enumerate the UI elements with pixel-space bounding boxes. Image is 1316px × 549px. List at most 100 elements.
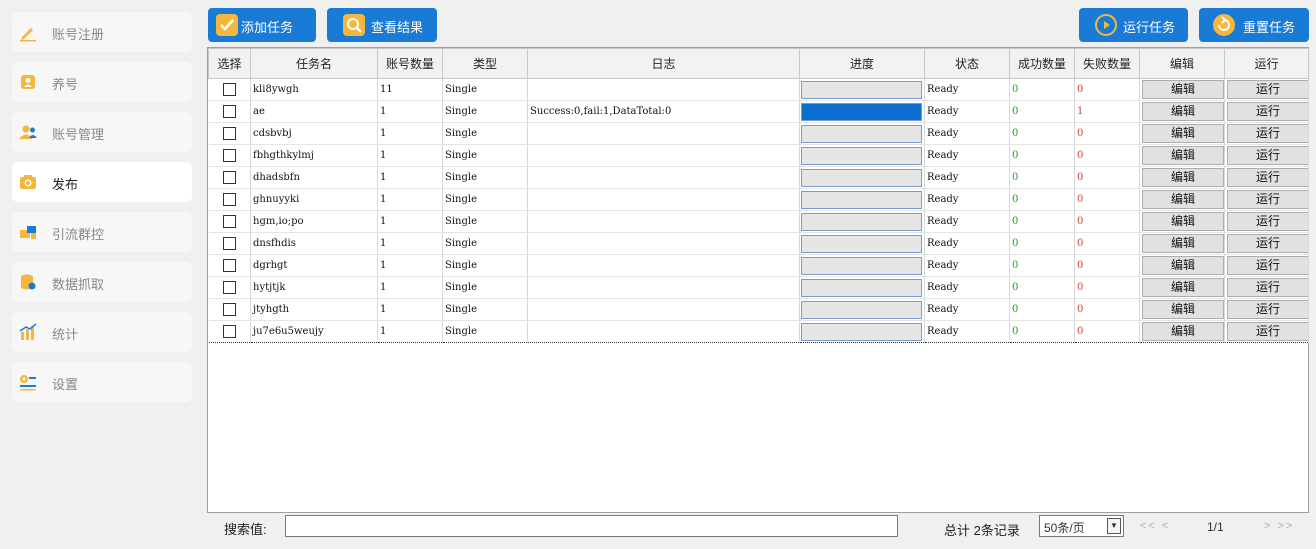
sidebar-item-nurture[interactable]: 养号 xyxy=(12,62,192,102)
next-page-nav[interactable]: > >> xyxy=(1264,520,1294,532)
progress-bar xyxy=(801,256,922,275)
sidebar-item-data-scrape[interactable]: 数据抓取 xyxy=(12,262,192,302)
fail-count-cell: 0 xyxy=(1074,320,1140,343)
run-button[interactable]: 运行 xyxy=(1227,102,1308,121)
sidebar-item-account-manage[interactable]: 账号管理 xyxy=(12,112,192,152)
status-cell: Ready xyxy=(924,276,1010,299)
status-cell: Ready xyxy=(924,210,1010,233)
edit-button[interactable]: 编辑 xyxy=(1142,234,1224,253)
progress-cell xyxy=(799,78,925,101)
row-checkbox[interactable] xyxy=(222,215,236,228)
chevron-down-icon[interactable]: ▼ xyxy=(1107,518,1121,534)
sidebar-item-settings[interactable]: 设置 xyxy=(12,362,192,402)
edit-button[interactable]: 编辑 xyxy=(1142,124,1224,143)
reset-task-button[interactable]: 重置任务 xyxy=(1199,8,1309,42)
prev-page-nav[interactable]: << < xyxy=(1140,520,1170,532)
table-row[interactable]: dgrhgt 1 Single Ready 0 0 编辑 运行 xyxy=(208,254,1309,277)
log-cell xyxy=(527,144,800,167)
table-row[interactable]: fbhgthkylmj 1 Single Ready 0 0 编辑 运行 xyxy=(208,144,1309,167)
search-input[interactable] xyxy=(285,515,898,537)
edit-button[interactable]: 编辑 xyxy=(1142,190,1224,209)
table-row[interactable]: dnsfhdis 1 Single Ready 0 0 编辑 运行 xyxy=(208,232,1309,255)
success-count-cell: 0 xyxy=(1009,166,1075,189)
add-task-button[interactable]: 添加任务 xyxy=(208,8,316,42)
select-cell xyxy=(208,166,251,189)
run-button[interactable]: 运行 xyxy=(1227,300,1308,319)
row-checkbox[interactable] xyxy=(222,237,236,250)
table-row[interactable]: hytjtjk 1 Single Ready 0 0 编辑 运行 xyxy=(208,276,1309,299)
run-button[interactable]: 运行 xyxy=(1227,190,1308,209)
table-row[interactable]: dhadsbfn 1 Single Ready 0 0 编辑 运行 xyxy=(208,166,1309,189)
sidebar-item-statistics[interactable]: 统计 xyxy=(12,312,192,352)
reset-task-label: 重置任务 xyxy=(1243,20,1296,35)
table-row[interactable]: jtyhgth 1 Single Ready 0 0 编辑 运行 xyxy=(208,298,1309,321)
column-header[interactable]: 选择 xyxy=(208,48,251,79)
log-cell xyxy=(527,210,800,233)
table-row[interactable]: ae 1 Single Success:0,fail:1,DataTotal:0 Rea… xyxy=(208,100,1309,123)
edit-cell: 编辑 xyxy=(1139,298,1225,321)
select-cell xyxy=(208,276,251,299)
run-button[interactable]: 运行 xyxy=(1227,212,1308,231)
row-checkbox[interactable] xyxy=(222,281,236,294)
edit-button[interactable]: 编辑 xyxy=(1142,300,1224,319)
view-results-button[interactable]: 查看结果 xyxy=(327,8,437,42)
type-cell: Single xyxy=(442,320,528,343)
table-row[interactable]: kli8ywgh 11 Single Ready 0 0 编辑 运行 xyxy=(208,78,1309,101)
run-button[interactable]: 运行 xyxy=(1227,278,1308,297)
edit-button[interactable]: 编辑 xyxy=(1142,322,1224,341)
edit-button[interactable]: 编辑 xyxy=(1142,256,1224,275)
page-size-value: 50条/页 xyxy=(1044,521,1085,535)
run-button[interactable]: 运行 xyxy=(1227,124,1308,143)
progress-cell xyxy=(799,210,925,233)
sidebar-item-publish[interactable]: 发布 xyxy=(12,162,192,202)
table-row[interactable]: ju7e6u5weujy 1 Single Ready 0 0 编辑 运行 xyxy=(208,320,1309,343)
row-checkbox[interactable] xyxy=(222,127,236,140)
edit-button[interactable]: 编辑 xyxy=(1142,168,1224,187)
row-checkbox[interactable] xyxy=(222,171,236,184)
edit-button[interactable]: 编辑 xyxy=(1142,278,1224,297)
run-button[interactable]: 运行 xyxy=(1227,322,1308,341)
row-checkbox[interactable] xyxy=(222,105,236,118)
edit-button[interactable]: 编辑 xyxy=(1142,102,1224,121)
column-header[interactable]: 进度 xyxy=(799,48,925,79)
edit-button[interactable]: 编辑 xyxy=(1142,212,1224,231)
run-button[interactable]: 运行 xyxy=(1227,234,1308,253)
run-button[interactable]: 运行 xyxy=(1227,256,1308,275)
table-row[interactable]: hgm,io;po 1 Single Ready 0 0 编辑 运行 xyxy=(208,210,1309,233)
fail-count-cell: 0 xyxy=(1074,298,1140,321)
column-header[interactable]: 任务名 xyxy=(250,48,378,79)
users-icon xyxy=(19,125,37,139)
row-checkbox[interactable] xyxy=(222,303,236,316)
type-cell: Single xyxy=(442,188,528,211)
sidebar-item-traffic-control[interactable]: 引流群控 xyxy=(12,212,192,252)
column-header[interactable]: 失败数量 xyxy=(1074,48,1140,79)
column-header[interactable]: 编辑 xyxy=(1139,48,1225,79)
run-task-button[interactable]: 运行任务 xyxy=(1079,8,1188,42)
sidebar-item-label: 发布 xyxy=(52,177,79,192)
type-cell: Single xyxy=(442,298,528,321)
run-button[interactable]: 运行 xyxy=(1227,146,1308,165)
column-header[interactable]: 日志 xyxy=(527,48,800,79)
table-row[interactable]: cdsbvbj 1 Single Ready 0 0 编辑 运行 xyxy=(208,122,1309,145)
page-size-select[interactable]: 50条/页 ▼ xyxy=(1039,515,1124,537)
column-header[interactable]: 账号数量 xyxy=(377,48,443,79)
row-checkbox[interactable] xyxy=(222,259,236,272)
run-button[interactable]: 运行 xyxy=(1227,168,1308,187)
table-row[interactable]: ghnuyyki 1 Single Ready 0 0 编辑 运行 xyxy=(208,188,1309,211)
column-header[interactable]: 状态 xyxy=(924,48,1010,79)
sidebar-item-account-register[interactable]: 账号注册 xyxy=(12,12,192,52)
edit-button[interactable]: 编辑 xyxy=(1142,146,1224,165)
type-cell: Single xyxy=(442,122,528,145)
success-count-cell: 0 xyxy=(1009,210,1075,233)
column-header[interactable]: 运行 xyxy=(1224,48,1309,79)
run-cell: 运行 xyxy=(1224,122,1309,145)
column-header[interactable]: 成功数量 xyxy=(1009,48,1075,79)
run-button[interactable]: 运行 xyxy=(1227,80,1308,99)
edit-button[interactable]: 编辑 xyxy=(1142,80,1224,99)
row-checkbox[interactable] xyxy=(222,325,236,338)
task-name-cell: jtyhgth xyxy=(250,298,378,321)
row-checkbox[interactable] xyxy=(222,83,236,96)
row-checkbox[interactable] xyxy=(222,193,236,206)
column-header[interactable]: 类型 xyxy=(442,48,528,79)
row-checkbox[interactable] xyxy=(222,149,236,162)
